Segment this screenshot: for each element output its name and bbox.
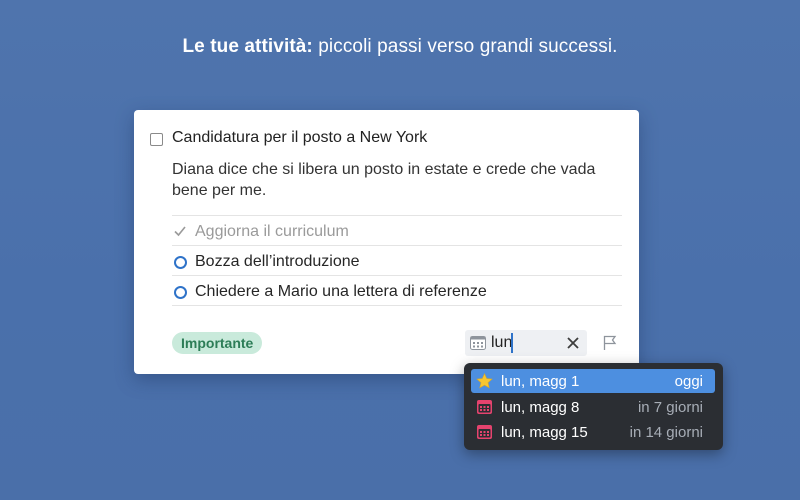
checklist-item[interactable]: Bozza dell’introduzione	[172, 246, 622, 276]
checklist: Aggiorna il curriculum Bozza dell’introd…	[172, 215, 622, 306]
suggestion-relative: in 14 giorni	[629, 424, 703, 441]
suggestion-item[interactable]: lun, magg 15 in 14 giorni	[471, 420, 715, 444]
checklist-circle-icon[interactable]	[174, 286, 187, 299]
headline-bold: Le tue attività:	[182, 36, 313, 57]
calendar-icon	[470, 336, 486, 350]
checklist-item-label: Aggiorna il curriculum	[195, 223, 349, 240]
checklist-item-label: Bozza dell’introduzione	[195, 253, 360, 270]
suggestion-label: lun, magg 15	[501, 424, 588, 441]
flag-icon[interactable]	[602, 335, 618, 351]
suggestion-item[interactable]: lun, magg 8 in 7 giorni	[471, 395, 715, 419]
checklist-item-label: Chiedere a Mario una lettera di referenz…	[195, 283, 487, 300]
close-icon[interactable]	[566, 336, 580, 350]
checklist-item[interactable]: Chiedere a Mario una lettera di referenz…	[172, 276, 622, 306]
star-icon	[476, 373, 493, 389]
text-cursor	[511, 333, 513, 353]
date-suggestions-dropdown: lun, magg 1 oggi lun, magg 8 in 7 giorni…	[464, 363, 723, 450]
suggestion-relative: oggi	[674, 373, 703, 390]
checklist-circle-icon[interactable]	[174, 256, 187, 269]
checkmark-icon[interactable]	[174, 225, 186, 237]
suggestion-label: lun, magg 8	[501, 399, 580, 416]
task-title[interactable]: Candidatura per il posto a New York	[172, 129, 427, 147]
headline-rest: piccoli passi verso grandi successi.	[312, 36, 618, 57]
tag-important[interactable]: Importante	[172, 332, 263, 354]
calendar-icon	[477, 425, 492, 439]
task-checkbox[interactable]	[150, 133, 163, 146]
suggestion-relative: in 7 giorni	[637, 399, 703, 416]
when-date-input[interactable]: lun	[465, 330, 587, 356]
date-input-value[interactable]: lun	[491, 334, 512, 352]
task-card[interactable]: Candidatura per il posto a New York Dian…	[134, 110, 639, 374]
checklist-item[interactable]: Aggiorna il curriculum	[172, 216, 622, 246]
headline: Le tue attività: piccoli passi verso gra…	[0, 36, 800, 58]
suggestion-item[interactable]: lun, magg 1 oggi	[471, 369, 715, 393]
task-notes[interactable]: Diana dice che si libera un posto in est…	[172, 159, 617, 201]
calendar-icon	[477, 400, 492, 414]
suggestion-label: lun, magg 1	[501, 373, 580, 390]
